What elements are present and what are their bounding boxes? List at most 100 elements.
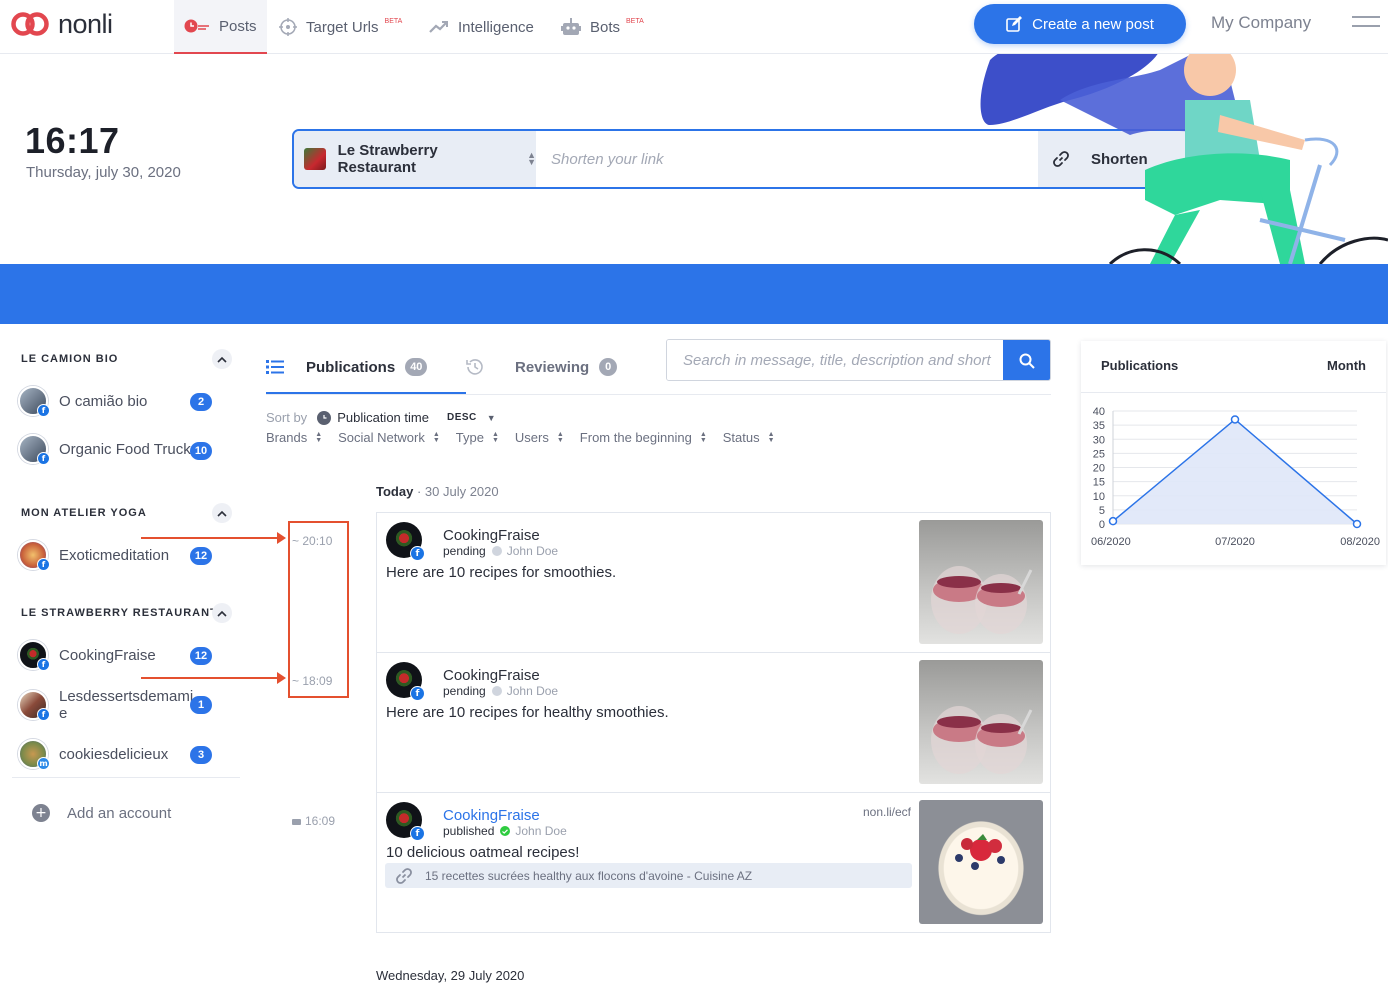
filter-users[interactable]: Users ▲ ▼ bbox=[515, 430, 564, 445]
post-account-link[interactable]: CookingFraise bbox=[443, 807, 540, 824]
filter-label: Social Network bbox=[338, 430, 425, 445]
filter-brands[interactable]: Brands ▲ ▼ bbox=[266, 430, 322, 445]
data-point bbox=[1230, 415, 1240, 424]
history-icon bbox=[465, 357, 485, 377]
nav-posts[interactable]: Posts bbox=[174, 0, 267, 54]
crosshair-icon bbox=[279, 18, 297, 36]
check-icon bbox=[500, 826, 511, 836]
updown-chevron-icon: ▲ ▼ bbox=[491, 430, 499, 444]
search-button[interactable] bbox=[1003, 340, 1050, 380]
post-author: John Doe bbox=[515, 824, 567, 838]
data-point bbox=[1352, 519, 1362, 529]
filter-label: Users bbox=[514, 430, 549, 445]
filter-date-range[interactable]: From the beginning ▲ ▼ bbox=[580, 430, 707, 445]
facebook-icon: f bbox=[410, 546, 425, 561]
facebook-icon: f bbox=[37, 558, 50, 571]
facebook-icon: f bbox=[37, 708, 50, 721]
post-count-badge: 2 bbox=[190, 393, 212, 411]
avatar: m bbox=[18, 739, 50, 770]
pending-clock-icon bbox=[491, 546, 502, 556]
post-count-badge: 10 bbox=[190, 442, 212, 460]
post-avatar: f bbox=[386, 522, 425, 561]
short-url[interactable]: non.li/ecf bbox=[863, 805, 911, 819]
filter-label: Type bbox=[455, 430, 484, 445]
chevron-up-icon[interactable] bbox=[212, 503, 232, 523]
search-box bbox=[666, 339, 1051, 381]
chevron-up-icon[interactable] bbox=[212, 349, 232, 369]
filter-label: Brands bbox=[266, 430, 308, 445]
clock: 16:17 bbox=[25, 120, 120, 161]
published-marker-icon bbox=[292, 819, 301, 825]
sort-field-select[interactable]: Publication time bbox=[317, 410, 429, 425]
brand-thumbnail bbox=[304, 148, 326, 170]
nav-intelligence[interactable]: Intelligence bbox=[429, 0, 534, 54]
messenger-icon: m bbox=[37, 757, 50, 770]
nonli-logo[interactable]: nonli bbox=[10, 8, 113, 40]
logo-text: nonli bbox=[58, 8, 113, 39]
avatar: f bbox=[18, 386, 50, 417]
link-preview[interactable]: 15 recettes sucrées healthy aux flocons … bbox=[385, 863, 912, 888]
post-avatar: f bbox=[386, 662, 425, 701]
company-menu[interactable]: My Company bbox=[1211, 13, 1311, 33]
nav-bots[interactable]: Bots BETA bbox=[561, 0, 644, 54]
day-date: 30 July 2020 bbox=[424, 484, 499, 499]
facebook-icon: f bbox=[410, 686, 425, 701]
nav-target-urls-label: Target Urls bbox=[306, 18, 379, 36]
filter-social-network[interactable]: Social Network ▲ ▼ bbox=[338, 430, 440, 445]
x-tick-label: 06/2020 bbox=[1091, 536, 1131, 548]
tab-count-badge: 0 bbox=[599, 358, 618, 376]
tab-publications[interactable]: Publications 40 bbox=[266, 340, 428, 394]
edit-icon bbox=[1006, 16, 1023, 32]
account-name: O camião bio bbox=[59, 392, 148, 410]
facebook-icon: f bbox=[37, 404, 50, 417]
updown-chevron-icon: ▲ ▼ bbox=[527, 150, 536, 167]
data-point bbox=[1108, 516, 1118, 526]
post-author: John Doe bbox=[506, 544, 559, 558]
sidebar-divider bbox=[12, 777, 240, 778]
y-tick-label: 35 bbox=[1093, 420, 1105, 432]
updown-chevron-icon: ▲ ▼ bbox=[699, 430, 707, 444]
create-post-button[interactable]: Create a new post bbox=[974, 4, 1186, 44]
facebook-icon: f bbox=[37, 658, 50, 671]
filter-status[interactable]: Status ▲ ▼ bbox=[723, 430, 775, 445]
logo-icon bbox=[11, 12, 49, 36]
x-tick-label: 08/2020 bbox=[1340, 536, 1380, 548]
nav-target-urls[interactable]: Target Urls BETA bbox=[279, 0, 402, 54]
sort-order-select[interactable]: DESC ▼ bbox=[447, 412, 496, 423]
post-status: pending John Doe bbox=[443, 684, 558, 698]
post-card[interactable]: f CookingFraise pending John Doe Here ar… bbox=[376, 652, 1051, 793]
sort-label: Sort by bbox=[266, 410, 308, 425]
y-tick-label: 5 bbox=[1099, 505, 1105, 517]
post-card[interactable]: f CookingFraise pending John Doe Here ar… bbox=[376, 512, 1051, 653]
clock-icon bbox=[184, 19, 210, 33]
time-value: 16:09 bbox=[305, 814, 336, 828]
filter-label: From the beginning bbox=[579, 430, 692, 445]
nav-posts-label: Posts bbox=[219, 17, 257, 35]
facebook-icon: f bbox=[37, 452, 50, 465]
tab-reviewing[interactable]: Reviewing 0 bbox=[465, 340, 618, 394]
chevron-up-icon[interactable] bbox=[212, 603, 232, 623]
hamburger-menu-icon[interactable] bbox=[1352, 16, 1380, 34]
series-area bbox=[1113, 419, 1357, 524]
updown-chevron-icon: ▲ ▼ bbox=[315, 430, 323, 444]
chart-period-select[interactable]: Month bbox=[1327, 358, 1366, 373]
sort-row: Sort by Publication time DESC ▼ bbox=[266, 410, 496, 425]
facebook-icon: f bbox=[410, 826, 425, 841]
updown-chevron-icon: ▲ ▼ bbox=[767, 430, 775, 444]
y-tick-label: 30 bbox=[1093, 434, 1105, 446]
brand-selector[interactable]: Le Strawberry Restaurant ▲ ▼ bbox=[294, 131, 536, 187]
post-count-badge: 12 bbox=[190, 547, 212, 565]
post-card[interactable]: f CookingFraise published John Doe non.l… bbox=[376, 792, 1051, 933]
add-account-button[interactable]: + Add an account bbox=[32, 804, 171, 822]
chart-header: Publications Month bbox=[1081, 341, 1386, 393]
group-title-camion-bio: LE CAMION BIO bbox=[21, 353, 119, 365]
post-avatar: f bbox=[386, 802, 425, 841]
filter-type[interactable]: Type ▲ ▼ bbox=[456, 430, 499, 445]
nav-bots-label: Bots bbox=[590, 18, 621, 36]
y-tick-label: 25 bbox=[1093, 448, 1105, 460]
clock-icon bbox=[317, 410, 332, 425]
current-date: Thursday, july 30, 2020 bbox=[26, 164, 181, 181]
status-text: published bbox=[443, 824, 495, 838]
search-input[interactable] bbox=[667, 340, 1003, 380]
post-image bbox=[919, 660, 1043, 784]
